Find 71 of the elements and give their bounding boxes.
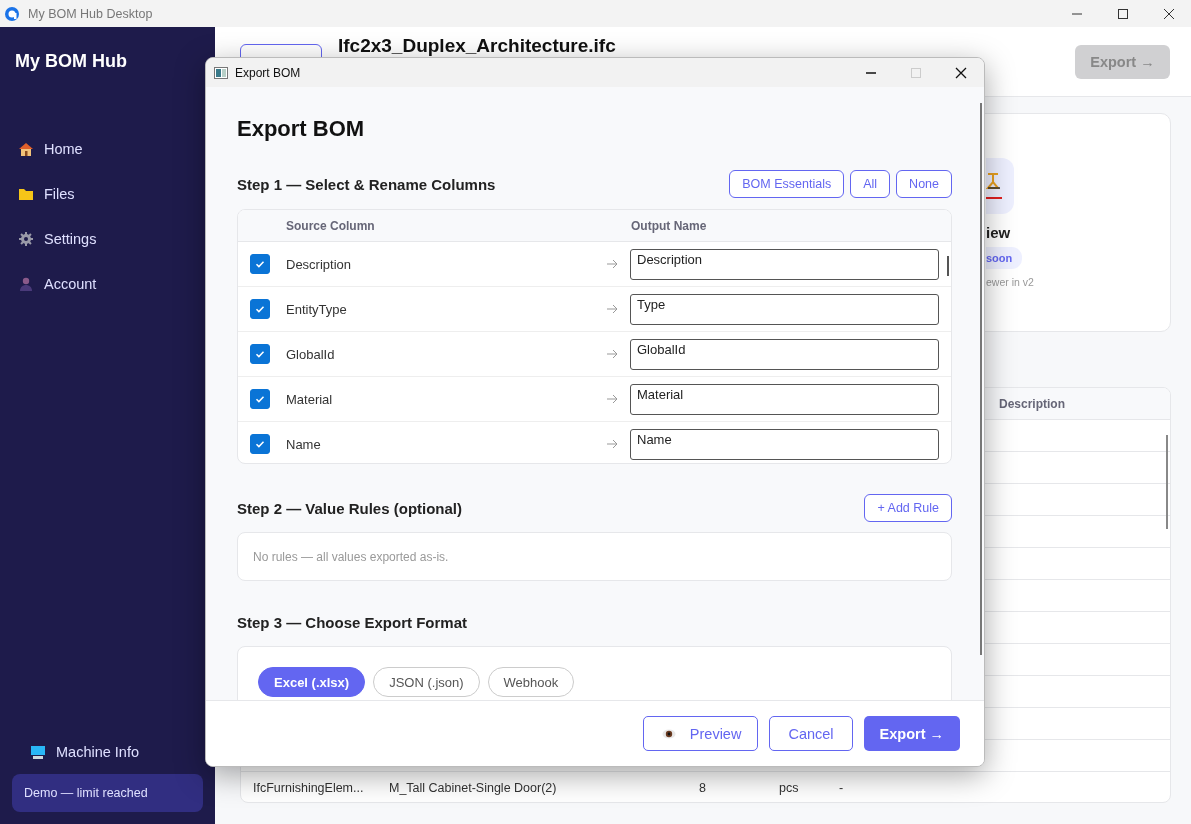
format-option[interactable]: Excel (.xlsx) bbox=[258, 667, 366, 697]
format-option[interactable]: Webhook bbox=[487, 667, 575, 697]
monitor-icon bbox=[30, 744, 46, 760]
column-heading: Description bbox=[999, 396, 1065, 411]
add-rule-button[interactable]: + Add Rule bbox=[864, 494, 952, 522]
right-arrow-icon bbox=[606, 259, 618, 269]
house-icon bbox=[18, 140, 34, 157]
coming-soon-badge: soon bbox=[986, 247, 1023, 269]
source-column-name: GlobalId bbox=[286, 346, 336, 362]
checkbox[interactable] bbox=[250, 389, 270, 409]
checkbox[interactable] bbox=[250, 434, 270, 454]
format-option[interactable]: JSON (.json) bbox=[373, 667, 480, 697]
dialog-title: Export BOM bbox=[235, 65, 301, 80]
preset-button[interactable]: None bbox=[896, 170, 952, 198]
close-icon[interactable] bbox=[1163, 7, 1175, 20]
step-heading: Step 3 — Choose Export Format bbox=[237, 613, 468, 631]
maximize-icon bbox=[910, 66, 922, 79]
cancel-button[interactable]: Cancel bbox=[769, 716, 853, 751]
preset-button[interactable]: All bbox=[850, 170, 891, 198]
gear-icon bbox=[18, 230, 34, 247]
scrollbar[interactable] bbox=[980, 103, 982, 655]
machine-info-link[interactable]: Machine Info bbox=[12, 744, 203, 774]
source-column-name: Material bbox=[286, 391, 334, 407]
close-icon[interactable] bbox=[955, 66, 967, 79]
output-name-field[interactable]: Material bbox=[630, 383, 939, 415]
eye-icon bbox=[661, 727, 676, 740]
column-heading: Source Column bbox=[286, 218, 376, 233]
output-name-field[interactable]: Name bbox=[630, 428, 939, 460]
nav-item[interactable]: Account bbox=[12, 261, 203, 306]
right-arrow-icon bbox=[606, 439, 618, 449]
app-logo-icon bbox=[4, 5, 20, 22]
source-column-name: Name bbox=[286, 436, 322, 452]
preview-button[interactable]: Preview bbox=[642, 716, 759, 751]
checkbox[interactable] bbox=[250, 254, 270, 274]
output-name-field[interactable]: Type bbox=[630, 293, 939, 325]
output-name-field[interactable]: Description bbox=[630, 248, 939, 280]
scrollbar[interactable] bbox=[1166, 435, 1168, 529]
checkbox[interactable] bbox=[250, 344, 270, 364]
window-icon bbox=[214, 66, 228, 79]
viewer-caption: ewer in v2 bbox=[986, 276, 1034, 288]
table-cell: - bbox=[839, 780, 844, 795]
dialog-heading: Export BOM bbox=[237, 116, 366, 142]
right-arrow-icon bbox=[606, 304, 618, 314]
nav-item[interactable]: Settings bbox=[12, 216, 203, 261]
export-button[interactable]: Export → bbox=[863, 716, 960, 751]
right-arrow-icon bbox=[606, 349, 618, 359]
brand-name: My BOM Hub bbox=[14, 50, 128, 73]
preset-button[interactable]: BOM Essentials bbox=[729, 170, 845, 198]
table-cell-text: 8 bbox=[699, 780, 707, 795]
table-cell-text: IfcFurnishingElem... bbox=[253, 780, 365, 795]
step-heading: Step 2 — Value Rules (optional) bbox=[237, 499, 463, 517]
output-name-field[interactable]: GlobalId bbox=[630, 338, 939, 370]
person-icon bbox=[18, 275, 34, 292]
nav-item[interactable]: Files bbox=[12, 171, 203, 216]
table-cell-text: M_Tall Cabinet-Single Door(2) bbox=[389, 780, 558, 795]
viewer-title: iew bbox=[986, 224, 1011, 241]
window-title: My BOM Hub Desktop bbox=[28, 6, 153, 21]
file-title: Ifc2x3_Duplex_Architecture.ifc bbox=[338, 36, 616, 56]
nav-item[interactable]: Home bbox=[12, 126, 203, 171]
step-heading: Step 1 — Select & Rename Columns bbox=[237, 175, 496, 193]
table-cell-text: pcs bbox=[779, 780, 800, 795]
checkbox[interactable] bbox=[250, 299, 270, 319]
empty-rules-text: No rules — all values exported as-is. bbox=[253, 549, 449, 564]
maximize-icon[interactable] bbox=[1117, 7, 1129, 20]
column-heading: Output Name bbox=[631, 218, 707, 233]
demo-status-badge: Demo — limit reached bbox=[12, 774, 203, 812]
crane-icon bbox=[986, 172, 1002, 200]
scrollbar[interactable] bbox=[947, 256, 949, 276]
source-column-name: Description bbox=[286, 256, 353, 272]
right-arrow-icon bbox=[606, 394, 618, 404]
source-column-name: EntityType bbox=[286, 301, 348, 317]
